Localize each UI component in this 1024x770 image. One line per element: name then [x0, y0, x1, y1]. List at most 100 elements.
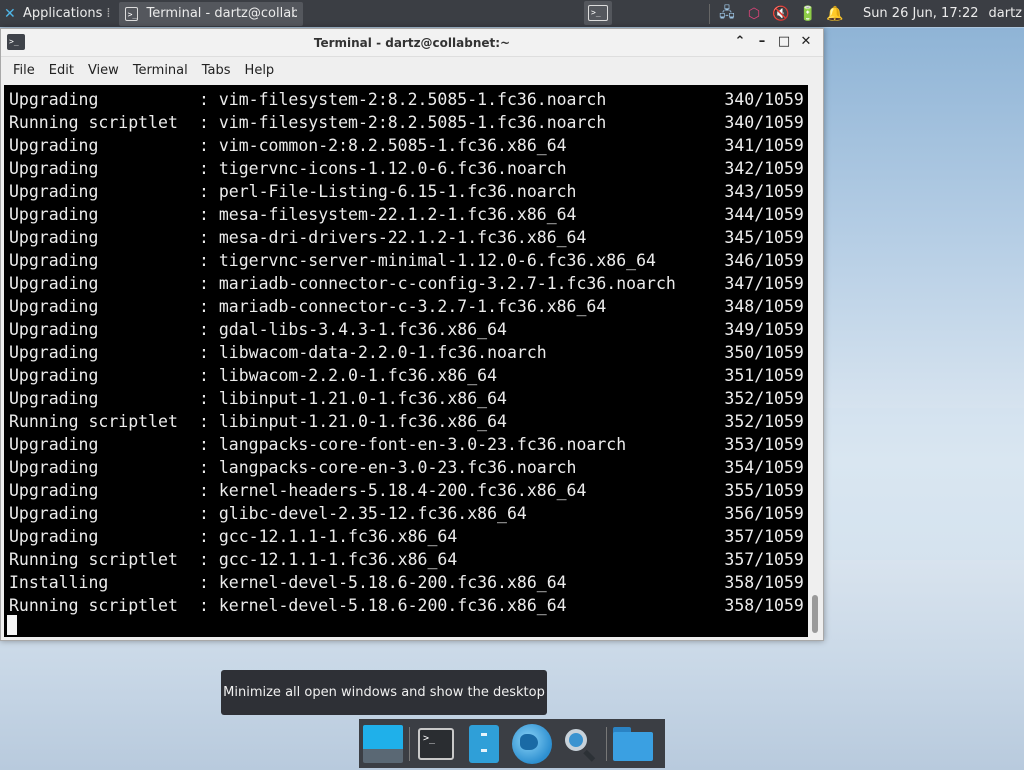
line-action: Upgrading	[9, 458, 99, 477]
notification-bell-icon[interactable]: 🔔	[824, 6, 846, 22]
line-package: langpacks-core-font-en-3.0-23.fc36.noarc…	[218, 435, 627, 454]
folder-icon	[613, 726, 653, 761]
terminal-line: Upgrading: gdal-libs-3.4.3-1.fc36.x86_64…	[9, 320, 804, 339]
line-package: libwacom-data-2.2.0-1.fc36.noarch	[218, 343, 547, 362]
line-action: Upgrading	[9, 297, 99, 316]
line-package: kernel-devel-5.18.6-200.fc36.x86_64	[218, 573, 567, 592]
applications-menu[interactable]: ✕ Applications ⁞	[0, 0, 115, 27]
menu-file[interactable]: File	[6, 63, 42, 78]
taskbar-terminal-button[interactable]: >_ Terminal - dartz@collabne...	[118, 1, 303, 26]
terminal-line: Upgrading: libwacom-2.2.0-1.fc36.x86_64 3…	[9, 366, 804, 385]
terminal-line: Upgrading: vim-filesystem-2:8.2.5085-1.f…	[9, 90, 804, 109]
line-progress-count: 341/1059	[724, 136, 804, 155]
terminal-line: Upgrading: mesa-filesystem-22.1.2-1.fc36…	[9, 205, 804, 224]
line-package: mariadb-connector-c-config-3.2.7-1.fc36.…	[218, 274, 676, 293]
line-progress-count: 355/1059	[724, 481, 804, 500]
line-action: Running scriptlet	[9, 113, 178, 132]
line-action: Upgrading	[9, 136, 99, 155]
close-button[interactable]: ✕	[795, 33, 817, 51]
show-desktop-button[interactable]	[359, 720, 407, 768]
terminal-line: Upgrading: kernel-headers-5.18.4-200.fc3…	[9, 481, 804, 500]
line-progress-count: 354/1059	[724, 458, 804, 477]
line-package: kernel-headers-5.18.4-200.fc36.x86_64	[218, 481, 587, 500]
line-package: libinput-1.21.0-1.fc36.x86_64	[218, 412, 507, 431]
terminal-output[interactable]: Upgrading: vim-filesystem-2:8.2.5085-1.f…	[4, 85, 808, 637]
menu-view[interactable]: View	[81, 63, 126, 78]
line-action: Upgrading	[9, 504, 99, 523]
dock-separator	[409, 726, 410, 761]
workspace-terminal-button[interactable]: >_	[584, 1, 612, 25]
tray-separator	[708, 3, 710, 24]
terminal-line: Running scriptlet: vim-filesystem-2:8.2.…	[9, 113, 804, 132]
scrollbar-thumb[interactable]	[812, 595, 818, 633]
terminal-line: Upgrading: glibc-devel-2.35-12.fc36.x86_…	[9, 504, 804, 523]
package-updates-icon[interactable]: ⬡	[743, 6, 765, 22]
line-progress-count: 342/1059	[724, 159, 804, 178]
line-package: gcc-12.1.1-1.fc36.x86_64	[218, 527, 458, 546]
terminal-line: Upgrading: vim-common-2:8.2.5085-1.fc36.…	[9, 136, 804, 155]
line-progress-count: 356/1059	[724, 504, 804, 523]
terminal-lines: Upgrading: vim-filesystem-2:8.2.5085-1.f…	[9, 88, 804, 617]
menu-edit[interactable]: Edit	[42, 63, 81, 78]
dock-separator	[606, 726, 607, 761]
line-progress-count: 358/1059	[724, 573, 804, 592]
system-tray: 🖧 ⬡ 🔇 🔋 🔔 Sun 26 Jun, 17:22 dartz	[708, 0, 1024, 27]
line-progress-count: 351/1059	[724, 366, 804, 385]
line-action: Installing	[9, 573, 109, 592]
window-controls: ⌃ – □ ✕	[729, 33, 817, 51]
line-action: Running scriptlet	[9, 412, 178, 431]
terminal-icon: >_	[418, 727, 454, 760]
terminal-line: Upgrading: mesa-dri-drivers-22.1.2-1.fc3…	[9, 228, 804, 247]
taskbar-terminal-label: Terminal - dartz@collabne...	[146, 6, 297, 21]
user-menu[interactable]: dartz	[989, 6, 1022, 21]
terminal-line: Upgrading: mariadb-connector-c-config-3.…	[9, 274, 804, 293]
terminal-window: >_ Terminal - dartz@collabnet:~ ⌃ – □ ✕ …	[0, 28, 824, 641]
line-action: Upgrading	[9, 481, 99, 500]
line-package: mariadb-connector-c-3.2.7-1.fc36.x86_64	[218, 297, 607, 316]
terminal-icon: >_	[124, 6, 139, 21]
minimize-button[interactable]: –	[751, 33, 773, 51]
terminal-line: Upgrading: gcc-12.1.1-1.fc36.x86_64 357/1…	[9, 527, 804, 546]
dock-app-finder-launcher[interactable]	[556, 720, 604, 768]
maximize-button[interactable]: □	[773, 33, 795, 51]
line-progress-count: 346/1059	[724, 251, 804, 270]
line-progress-count: 345/1059	[724, 228, 804, 247]
menu-tabs[interactable]: Tabs	[195, 63, 238, 78]
terminal-line: Upgrading: perl-File-Listing-6.15-1.fc36…	[9, 182, 804, 201]
line-action: Upgrading	[9, 251, 99, 270]
volume-muted-icon[interactable]: 🔇	[770, 6, 792, 22]
dock-terminal-launcher[interactable]: >_	[412, 720, 460, 768]
clock[interactable]: Sun 26 Jun, 17:22	[863, 6, 979, 21]
dock-home-folder-launcher[interactable]	[609, 720, 657, 768]
line-package: libwacom-2.2.0-1.fc36.x86_64	[218, 366, 498, 385]
line-progress-count: 340/1059	[724, 90, 804, 109]
network-icon[interactable]: 🖧	[716, 2, 738, 26]
line-action: Upgrading	[9, 182, 99, 201]
terminal-line: Running scriptlet: gcc-12.1.1-1.fc36.x86…	[9, 550, 804, 569]
terminal-icon[interactable]: >_	[7, 34, 25, 50]
window-titlebar[interactable]: >_ Terminal - dartz@collabnet:~ ⌃ – □ ✕	[1, 29, 823, 57]
battery-icon[interactable]: 🔋	[797, 6, 819, 22]
line-package: langpacks-core-en-3.0-23.fc36.noarch	[218, 458, 577, 477]
window-title: Terminal - dartz@collabnet:~	[313, 35, 511, 50]
show-desktop-tooltip: Minimize all open windows and show the d…	[221, 670, 547, 715]
dock-web-browser-launcher[interactable]	[508, 720, 556, 768]
terminal-scrollbar[interactable]	[810, 85, 822, 637]
line-package: vim-common-2:8.2.5085-1.fc36.x86_64	[218, 136, 567, 155]
line-action: Upgrading	[9, 435, 99, 454]
show-desktop-icon	[363, 724, 403, 763]
menu-help[interactable]: Help	[238, 63, 282, 78]
line-progress-count: 343/1059	[724, 182, 804, 201]
menu-terminal[interactable]: Terminal	[126, 63, 195, 78]
line-package: glibc-devel-2.35-12.fc36.x86_64	[218, 504, 527, 523]
shade-up-icon[interactable]: ⌃	[729, 33, 751, 51]
line-package: mesa-dri-drivers-22.1.2-1.fc36.x86_64	[218, 228, 587, 247]
line-progress-count: 348/1059	[724, 297, 804, 316]
dock-files-launcher[interactable]	[460, 720, 508, 768]
web-browser-icon	[512, 723, 552, 764]
line-progress-count: 350/1059	[724, 343, 804, 362]
top-panel: ✕ Applications ⁞ >_ Terminal - dartz@col…	[0, 0, 1024, 27]
line-package: vim-filesystem-2:8.2.5085-1.fc36.noarch	[218, 90, 607, 109]
applications-label: Applications	[23, 6, 103, 21]
line-package: kernel-devel-5.18.6-200.fc36.x86_64	[218, 596, 567, 615]
